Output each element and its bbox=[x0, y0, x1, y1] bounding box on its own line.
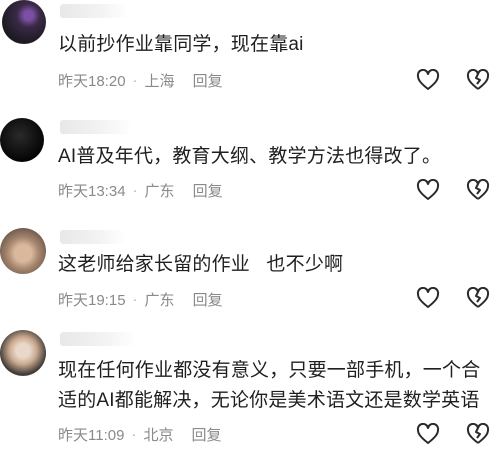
reply-button[interactable]: 回复 bbox=[191, 424, 221, 445]
separator: · bbox=[132, 182, 138, 199]
comment-meta: 昨天11:09 · 北京 回复 bbox=[58, 424, 221, 445]
heart-icon[interactable] bbox=[416, 287, 440, 309]
heart-icon[interactable] bbox=[416, 179, 440, 201]
avatar[interactable] bbox=[2, 0, 46, 44]
heart-icon[interactable] bbox=[416, 69, 440, 91]
location: 广东 bbox=[144, 183, 175, 200]
comment-meta: 昨天18:20 · 上海 回复 bbox=[58, 70, 223, 91]
reply-button[interactable]: 回复 bbox=[193, 180, 223, 201]
comment-text: 这老师给家长留的作业 也不少啊 bbox=[58, 254, 344, 275]
timestamp: 昨天13:34 bbox=[58, 183, 126, 200]
username[interactable] bbox=[60, 4, 128, 18]
avatar[interactable] bbox=[0, 228, 46, 274]
location: 上海 bbox=[144, 73, 175, 90]
comment-text: AI普及年代，教育大纲、教学方法也得改了。 bbox=[58, 146, 442, 167]
broken-heart-icon[interactable] bbox=[466, 423, 490, 445]
timestamp: 昨天11:09 bbox=[58, 427, 125, 444]
broken-heart-icon[interactable] bbox=[466, 287, 490, 309]
comment-meta: 昨天19:15 · 广东 回复 bbox=[58, 289, 223, 310]
avatar[interactable] bbox=[0, 330, 46, 376]
timestamp: 昨天18:20 bbox=[58, 73, 126, 90]
username[interactable] bbox=[60, 120, 132, 134]
timestamp: 昨天19:15 bbox=[58, 292, 126, 309]
broken-heart-icon[interactable] bbox=[466, 179, 490, 201]
location: 北京 bbox=[143, 427, 174, 444]
broken-heart-icon[interactable] bbox=[466, 69, 490, 91]
separator: · bbox=[131, 426, 137, 443]
comment-meta: 昨天13:34 · 广东 回复 bbox=[58, 180, 223, 201]
comment-text: 以前抄作业靠同学，现在靠ai bbox=[58, 34, 304, 55]
comment-text-line-1: 现在任何作业都没有意义，只要一部手机，一个合 bbox=[58, 360, 481, 381]
comment-text-line-2: 适的AI都能解决，无论你是美术语文还是数学英语 bbox=[58, 390, 480, 411]
reply-button[interactable]: 回复 bbox=[193, 70, 223, 91]
heart-icon[interactable] bbox=[416, 423, 440, 445]
username[interactable] bbox=[60, 230, 126, 244]
location: 广东 bbox=[144, 292, 175, 309]
avatar[interactable] bbox=[0, 118, 44, 162]
username[interactable] bbox=[60, 332, 136, 346]
separator: · bbox=[132, 72, 138, 89]
reply-button[interactable]: 回复 bbox=[193, 289, 223, 310]
separator: · bbox=[132, 291, 138, 308]
